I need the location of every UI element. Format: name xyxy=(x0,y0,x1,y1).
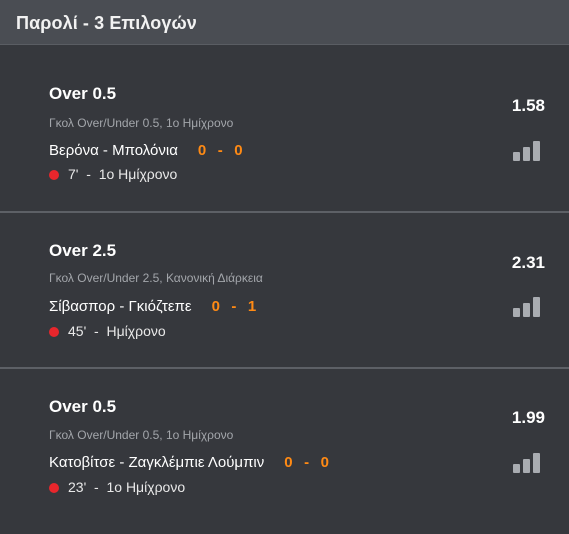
betslip-title: Παρολί - 3 Επιλογών xyxy=(16,13,197,33)
live-score: 0-0 xyxy=(197,142,244,159)
bet-selection-2[interactable]: Over 2.5 Γκολ Over/Under 2.5, Κανονική Δ… xyxy=(0,203,569,359)
odds-value: 1.58 xyxy=(511,96,545,115)
live-minute: 7' xyxy=(68,166,79,182)
live-score: 0-1 xyxy=(211,298,257,315)
live-minute: 45' xyxy=(68,323,87,339)
live-indicator-icon xyxy=(49,483,59,493)
match-period: 1ο Ημίχρονο xyxy=(106,479,186,495)
odds-value: 2.31 xyxy=(511,253,545,272)
bet-selection-3[interactable]: Over 0.5 Γκολ Over/Under 0.5, 1ο Ημίχρον… xyxy=(0,360,569,516)
bar-chart-icon[interactable] xyxy=(513,451,543,473)
match-period: 1ο Ημίχρονο xyxy=(98,166,178,182)
match-line: Σίβασπορ - Γκιόζτεπε 0-1 xyxy=(49,298,257,315)
market-label: Γκολ Over/Under 0.5, 1ο Ημίχρονο xyxy=(49,428,234,442)
live-indicator-icon xyxy=(49,170,59,180)
selection-label: Over 2.5 xyxy=(49,241,117,260)
live-minute: 23' xyxy=(68,479,87,495)
match-period: Ημίχρονο xyxy=(106,323,166,339)
match-line: Βερόνα - Μπολόνια 0-0 xyxy=(49,142,243,159)
match-name: Κατοβίτσε - Ζαγκλέμπιε Λούμπιν xyxy=(49,454,265,471)
match-line: Κατοβίτσε - Ζαγκλέμπιε Λούμπιν 0-0 xyxy=(49,454,329,471)
live-status: 45' - Ημίχρονο xyxy=(49,323,166,339)
bar-chart-icon[interactable] xyxy=(513,295,543,317)
market-label: Γκολ Over/Under 2.5, Κανονική Διάρκεια xyxy=(49,271,263,285)
odds-value: 1.99 xyxy=(511,408,545,427)
match-name: Σίβασπορ - Γκιόζτεπε xyxy=(49,298,192,315)
live-indicator-icon xyxy=(49,327,59,337)
market-label: Γκολ Over/Under 0.5, 1ο Ημίχρονο xyxy=(49,116,234,130)
selection-label: Over 0.5 xyxy=(49,397,117,416)
live-status: 23' - 1ο Ημίχρονο xyxy=(49,479,185,495)
betslip-header: Παρολί - 3 Επιλογών xyxy=(0,0,569,45)
selection-label: Over 0.5 xyxy=(49,84,117,103)
match-name: Βερόνα - Μπολόνια xyxy=(49,142,178,159)
bet-selection-1[interactable]: Over 0.5 Γκολ Over/Under 0.5, 1ο Ημίχρον… xyxy=(0,46,569,202)
bar-chart-icon[interactable] xyxy=(513,139,543,161)
live-status: 7' - 1ο Ημίχρονο xyxy=(49,166,177,182)
live-score: 0-0 xyxy=(284,454,330,471)
